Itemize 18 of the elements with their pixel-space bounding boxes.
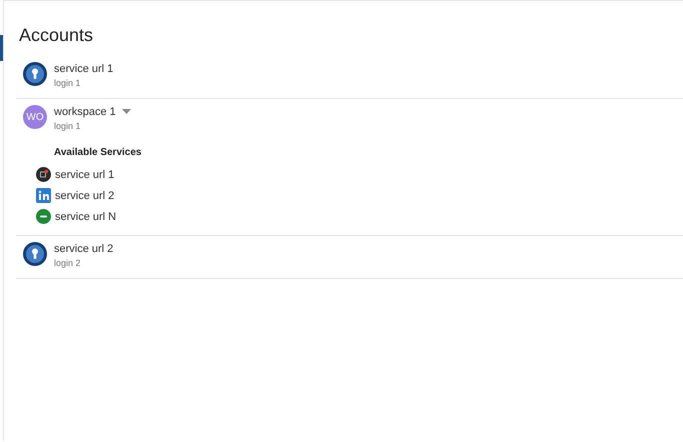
keyhole-icon [23, 242, 47, 266]
account-login: login 1 [54, 120, 82, 133]
round-badge-icon [36, 209, 51, 224]
workspace-avatar: WO [23, 105, 47, 129]
keyhole-icon [23, 62, 47, 86]
service-link[interactable]: service url 2 [55, 190, 114, 202]
page-title: Accounts [18, 24, 94, 46]
account-login: login 2 [54, 257, 82, 270]
account-name: service url 1 [54, 62, 114, 76]
services-heading: Available Services [54, 147, 142, 158]
caret-icon[interactable] [122, 109, 131, 115]
account-name: service url 2 [54, 242, 114, 256]
account-login: login 1 [54, 77, 82, 90]
camera-icon [36, 167, 51, 182]
workspace-name: workspace 1 [54, 105, 116, 119]
social-logo-icon [36, 188, 51, 203]
service-link[interactable]: service url 1 [55, 168, 114, 180]
service-link[interactable]: service url N [55, 210, 116, 222]
